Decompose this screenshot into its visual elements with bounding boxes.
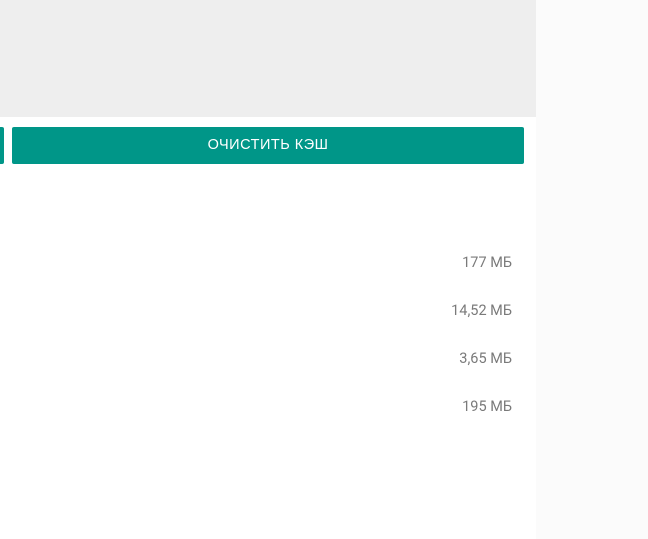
secondary-button-edge[interactable]: [0, 127, 4, 164]
storage-breakdown-list: 177 МБ 14,52 МБ 3,65 МБ 195 МБ: [0, 174, 536, 430]
main-panel: ОЧИСТИТЬ КЭШ 177 МБ 14,52 МБ 3,65 МБ 195…: [0, 0, 536, 539]
storage-value: 3,65 МБ: [459, 350, 512, 367]
storage-value: 177 МБ: [462, 254, 512, 271]
side-panel: [536, 0, 648, 539]
storage-chart-area: [0, 0, 536, 117]
storage-value: 14,52 МБ: [451, 302, 512, 319]
button-row: ОЧИСТИТЬ КЭШ: [0, 117, 536, 174]
clear-cache-button[interactable]: ОЧИСТИТЬ КЭШ: [12, 127, 524, 164]
storage-row-data[interactable]: 14,52 МБ: [0, 286, 512, 334]
storage-row-total[interactable]: 195 МБ: [0, 382, 512, 430]
storage-row-cache[interactable]: 3,65 МБ: [0, 334, 512, 382]
storage-row-app[interactable]: 177 МБ: [0, 238, 512, 286]
storage-value: 195 МБ: [462, 398, 512, 415]
